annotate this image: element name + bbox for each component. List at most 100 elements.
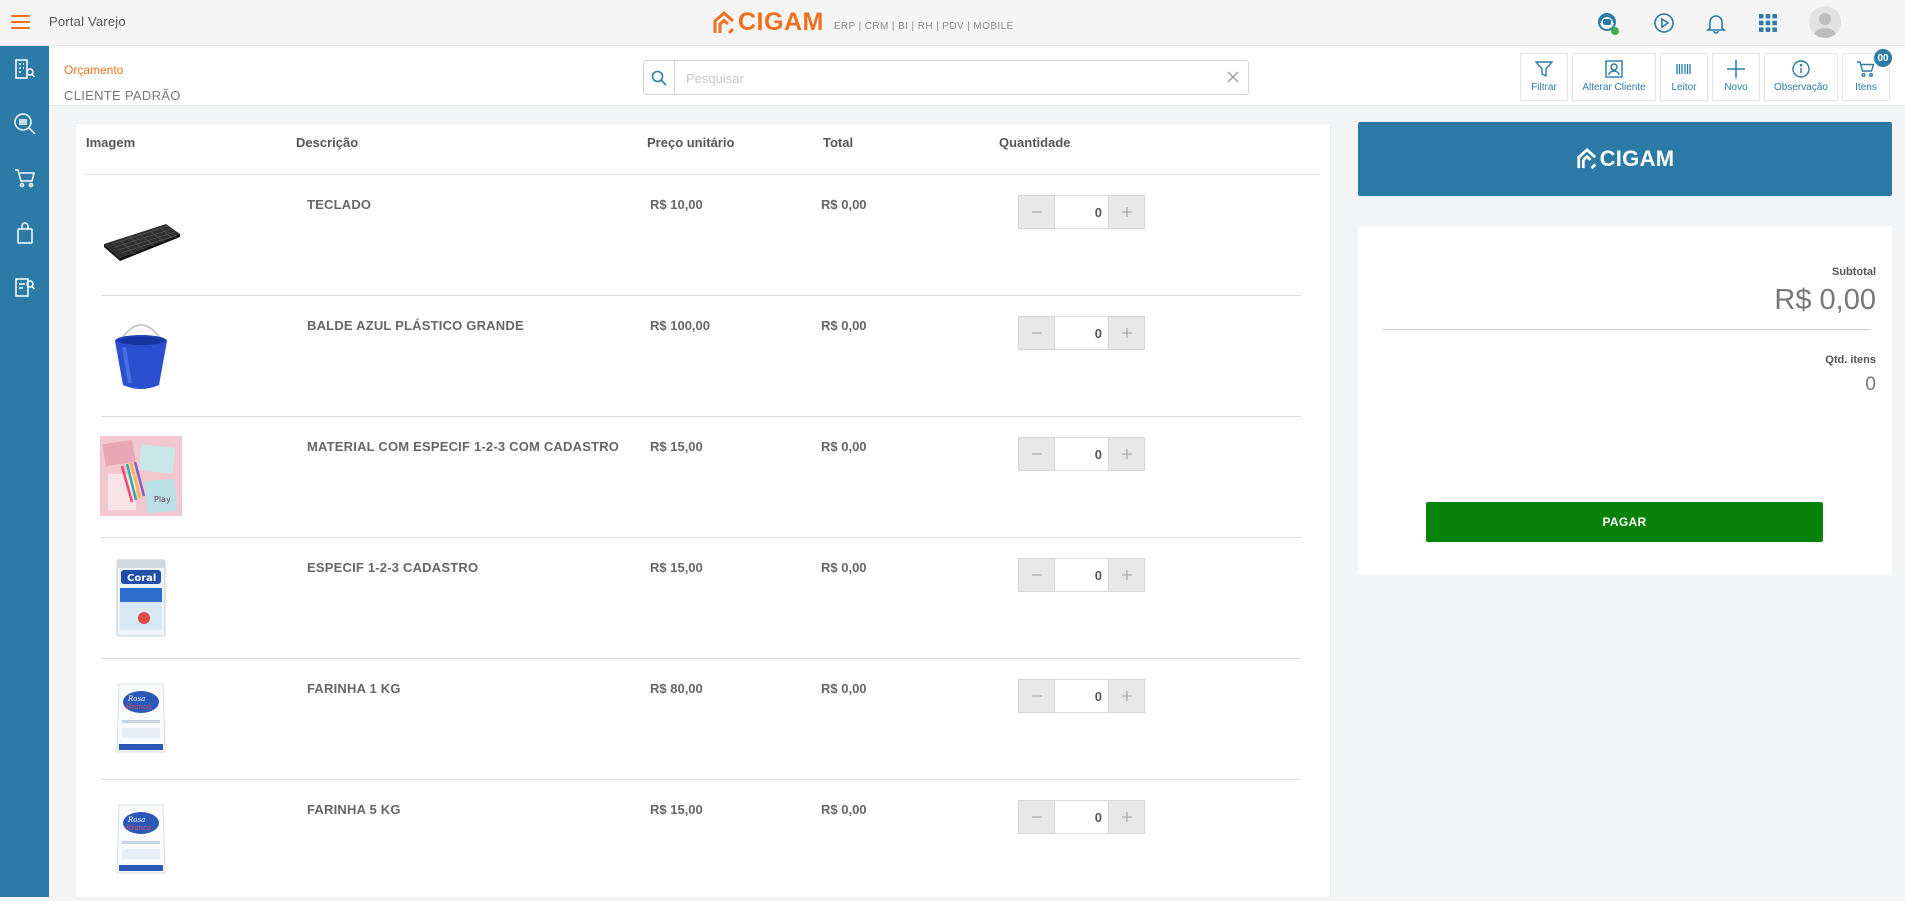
decrement-button[interactable] (1018, 679, 1055, 713)
quantity-stepper: 0 (1018, 437, 1145, 471)
product-table: Imagem Descrição Preço unitário Total Qu… (76, 124, 1330, 897)
column-header-image: Imagem (86, 135, 136, 150)
increment-button[interactable] (1108, 558, 1145, 592)
barcode-icon (1673, 58, 1695, 80)
svg-text:Branca: Branca (125, 824, 151, 832)
document-search-icon[interactable] (12, 274, 38, 300)
observation-button[interactable]: Observação (1764, 53, 1838, 101)
subtotal-value: R$ 0,00 (1774, 284, 1876, 316)
new-button[interactable]: Novo (1712, 53, 1760, 101)
decrement-button[interactable] (1018, 437, 1055, 471)
column-header-description: Descrição (296, 135, 359, 150)
play-circle-icon[interactable] (1651, 10, 1677, 36)
items-count-value: 0 (1865, 374, 1876, 395)
product-image-flour-bag: Rosa Branca (100, 798, 182, 880)
brand-name: CIGAM (738, 8, 824, 36)
search-icon[interactable] (644, 61, 675, 94)
increment-button[interactable] (1108, 195, 1145, 229)
search-input[interactable] (686, 68, 1206, 88)
svg-text:Branca: Branca (125, 703, 151, 711)
bell-icon[interactable] (1703, 10, 1729, 36)
increment-button[interactable] (1108, 316, 1145, 350)
breadcrumb[interactable]: Orçamento (64, 63, 123, 77)
product-description: BALDE AZUL PLÁSTICO GRANDE (307, 318, 524, 333)
quantity-input[interactable]: 0 (1055, 800, 1108, 834)
building-search-icon[interactable] (12, 56, 38, 82)
decrement-button[interactable] (1018, 195, 1055, 229)
barcode-search-icon[interactable] (12, 111, 38, 137)
quantity-input[interactable]: 0 (1055, 195, 1108, 229)
product-total: R$ 0,00 (821, 318, 867, 333)
product-total: R$ 0,00 (821, 197, 867, 212)
svg-text:Rosa: Rosa (127, 816, 145, 824)
column-header-unit-price: Preço unitário (647, 135, 735, 150)
svg-text:Play: Play (154, 495, 171, 504)
plus-icon (1725, 58, 1747, 80)
quantity-stepper: 0 (1018, 800, 1145, 834)
items-button[interactable]: Itens 00 (1842, 48, 1893, 101)
product-description: FARINHA 1 KG (307, 681, 401, 696)
product-image-flour-bag: Rosa Branca (100, 677, 182, 759)
top-bar: Portal Varejo CIGAM ERP | CRM | BI | RH … (0, 0, 1905, 46)
product-unit-price: R$ 10,00 (650, 197, 703, 212)
pay-button[interactable]: PAGAR (1426, 502, 1823, 542)
filter-button[interactable]: Filtrar (1520, 53, 1568, 101)
reader-button[interactable]: Leitor (1660, 53, 1708, 101)
chat-support-icon[interactable] (1594, 10, 1620, 36)
portal-title: Portal Varejo (49, 14, 126, 29)
menu-icon[interactable] (11, 15, 30, 29)
user-avatar[interactable] (1809, 6, 1841, 38)
table-row: Rosa Branca FARINHA 5 KG R$ 15,00 R$ 0,0… (76, 780, 1330, 901)
cart-icon[interactable] (12, 165, 38, 191)
product-description: TECLADO (307, 197, 372, 212)
cigam-logo-icon (1576, 148, 1596, 170)
product-image-stationery: Play (100, 435, 182, 517)
quantity-input[interactable]: 0 (1055, 679, 1108, 713)
company-logo: CIGAM (1576, 146, 1675, 172)
product-unit-price: R$ 100,00 (650, 318, 710, 333)
product-unit-price: R$ 80,00 (650, 681, 703, 696)
product-unit-price: R$ 15,00 (650, 802, 703, 817)
quantity-stepper: 0 (1018, 558, 1145, 592)
clear-icon[interactable] (1226, 70, 1240, 84)
observation-label: Observação (1774, 82, 1828, 93)
cart-count-badge: 00 (1873, 48, 1893, 68)
brand-tagline: ERP | CRM | BI | RH | PDV | MOBILE (833, 21, 1014, 32)
change-client-label: Alterar Cliente (1582, 82, 1646, 93)
change-client-button[interactable]: Alterar Cliente (1572, 53, 1656, 101)
product-description: FARINHA 5 KG (307, 802, 401, 817)
product-image-keyboard (100, 193, 182, 275)
svg-text:Rosa: Rosa (127, 695, 145, 703)
client-name: CLIENTE PADRÃO (64, 88, 181, 103)
increment-button[interactable] (1108, 679, 1145, 713)
apps-grid-icon[interactable] (1755, 10, 1781, 36)
items-label: Itens (1855, 82, 1877, 93)
quantity-stepper: 0 (1018, 195, 1145, 229)
product-description: ESPECIF 1-2-3 CADASTRO (307, 560, 479, 575)
shopping-bag-icon[interactable] (12, 220, 38, 246)
company-logo-card: CIGAM (1358, 122, 1892, 196)
increment-button[interactable] (1108, 437, 1145, 471)
person-card-icon (1603, 58, 1625, 80)
info-icon (1790, 58, 1812, 80)
decrement-button[interactable] (1018, 800, 1055, 834)
quantity-input[interactable]: 0 (1055, 437, 1108, 471)
brand-logo: CIGAM ERP | CRM | BI | RH | PDV | MOBILE (713, 9, 1014, 35)
new-label: Novo (1724, 82, 1748, 93)
order-summary: Subtotal R$ 0,00 Qtd. itens 0 PAGAR (1358, 226, 1892, 575)
reader-label: Leitor (1671, 82, 1697, 93)
decrement-button[interactable] (1018, 558, 1055, 592)
table-row: TECLADO R$ 10,00 R$ 0,00 0 (76, 175, 1330, 296)
product-image-bucket (100, 314, 182, 396)
increment-button[interactable] (1108, 800, 1145, 834)
decrement-button[interactable] (1018, 316, 1055, 350)
quantity-input[interactable]: 0 (1055, 316, 1108, 350)
cigam-logo-icon (713, 11, 735, 35)
quantity-input[interactable]: 0 (1055, 558, 1108, 592)
svg-text:Coral: Coral (127, 573, 156, 584)
product-total: R$ 0,00 (821, 802, 867, 817)
table-row: Play MATERIAL COM ESPECIF 1-2-3 COM CADA… (76, 417, 1330, 538)
product-image-paint-can: Coral (100, 556, 182, 638)
items-count-label: Qtd. itens (1825, 354, 1876, 366)
table-row: Coral ESPECIF 1-2-3 CADASTRO R$ 15,00 R$… (76, 538, 1330, 659)
